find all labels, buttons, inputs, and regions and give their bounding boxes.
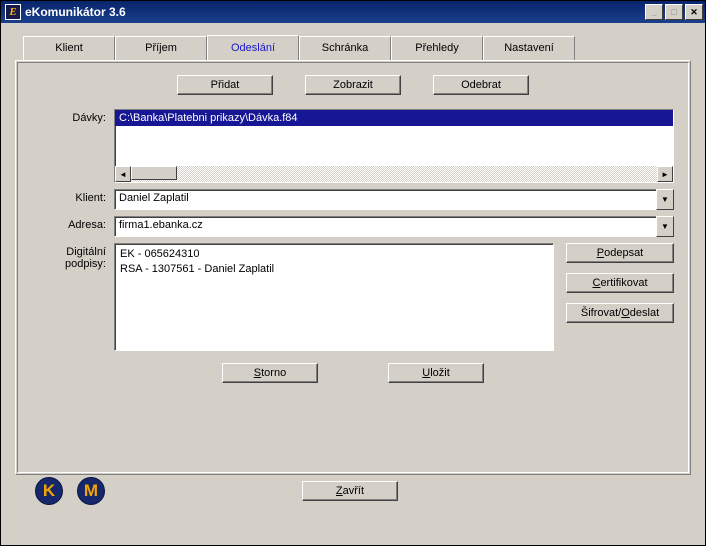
tab-nastaveni[interactable]: Nastavení (483, 36, 575, 61)
tabstrip: Klient Příjem Odeslání Schránka Přehledy… (23, 35, 691, 60)
scroll-left-icon[interactable]: ◄ (115, 166, 131, 182)
davky-scrollbar[interactable]: ◄ ► (115, 166, 673, 182)
klient-label: Klient: (32, 189, 114, 204)
tab-odeslani[interactable]: Odeslání (207, 35, 299, 60)
klient-combo[interactable]: Daniel Zaplatil ▼ (114, 189, 674, 210)
adresa-dropdown-icon[interactable]: ▼ (656, 216, 674, 237)
tab-schranka[interactable]: Schránka (299, 36, 391, 61)
sifrovat-odeslat-button[interactable]: Šifrovat/Odeslat (566, 303, 674, 323)
klient-dropdown-icon[interactable]: ▼ (656, 189, 674, 210)
pridat-button[interactable]: Přidat (177, 75, 273, 95)
app-icon: E (5, 4, 21, 20)
ulozit-button[interactable]: Uložit (388, 363, 484, 383)
titlebar: E eKomunikátor 3.6 _ □ ✕ (1, 1, 705, 23)
tab-panel-odeslani: Přidat Zobrazit Odebrat Dávky: C:\Banka\… (15, 60, 691, 475)
podpisy-textarea[interactable]: EK - 065624310 RSA - 1307561 - Daniel Za… (114, 243, 554, 351)
maximize-button[interactable]: □ (665, 4, 683, 20)
scroll-track[interactable] (131, 166, 657, 182)
tab-klient[interactable]: Klient (23, 36, 115, 61)
adresa-combo[interactable]: firma1.ebanka.cz ▼ (114, 216, 674, 237)
adresa-value[interactable]: firma1.ebanka.cz (114, 216, 656, 237)
davky-listbox[interactable]: C:\Banka\Platebni prikazy\Dávka.f84 ◄ ► (114, 109, 674, 183)
app-window: E eKomunikátor 3.6 _ □ ✕ Klient Příjem O… (0, 0, 706, 546)
storno-button[interactable]: Storno (222, 363, 318, 383)
zobrazit-button[interactable]: Zobrazit (305, 75, 401, 95)
window-title: eKomunikátor 3.6 (25, 5, 645, 19)
signature-line-2: RSA - 1307561 - Daniel Zaplatil (120, 262, 548, 277)
davky-label: Dávky: (32, 109, 114, 124)
tab-prijem[interactable]: Příjem (115, 36, 207, 61)
footer: K M Zavřít (15, 475, 691, 511)
davky-item-selected[interactable]: C:\Banka\Platebni prikazy\Dávka.f84 (115, 110, 673, 126)
scroll-right-icon[interactable]: ► (657, 166, 673, 182)
podpisy-label: Digitální podpisy: (32, 243, 114, 270)
tab-prehledy[interactable]: Přehledy (391, 36, 483, 61)
certifikovat-button[interactable]: Certifikovat (566, 273, 674, 293)
adresa-label: Adresa: (32, 216, 114, 231)
scroll-thumb[interactable] (131, 166, 177, 180)
minimize-button[interactable]: _ (645, 4, 663, 20)
signature-line-1: EK - 065624310 (120, 247, 548, 262)
close-window-button[interactable]: ✕ (685, 4, 703, 20)
zavrit-button[interactable]: Zavřít (302, 481, 398, 501)
podepsat-button[interactable]: Podepsat (566, 243, 674, 263)
klient-value[interactable]: Daniel Zaplatil (114, 189, 656, 210)
odebrat-button[interactable]: Odebrat (433, 75, 529, 95)
